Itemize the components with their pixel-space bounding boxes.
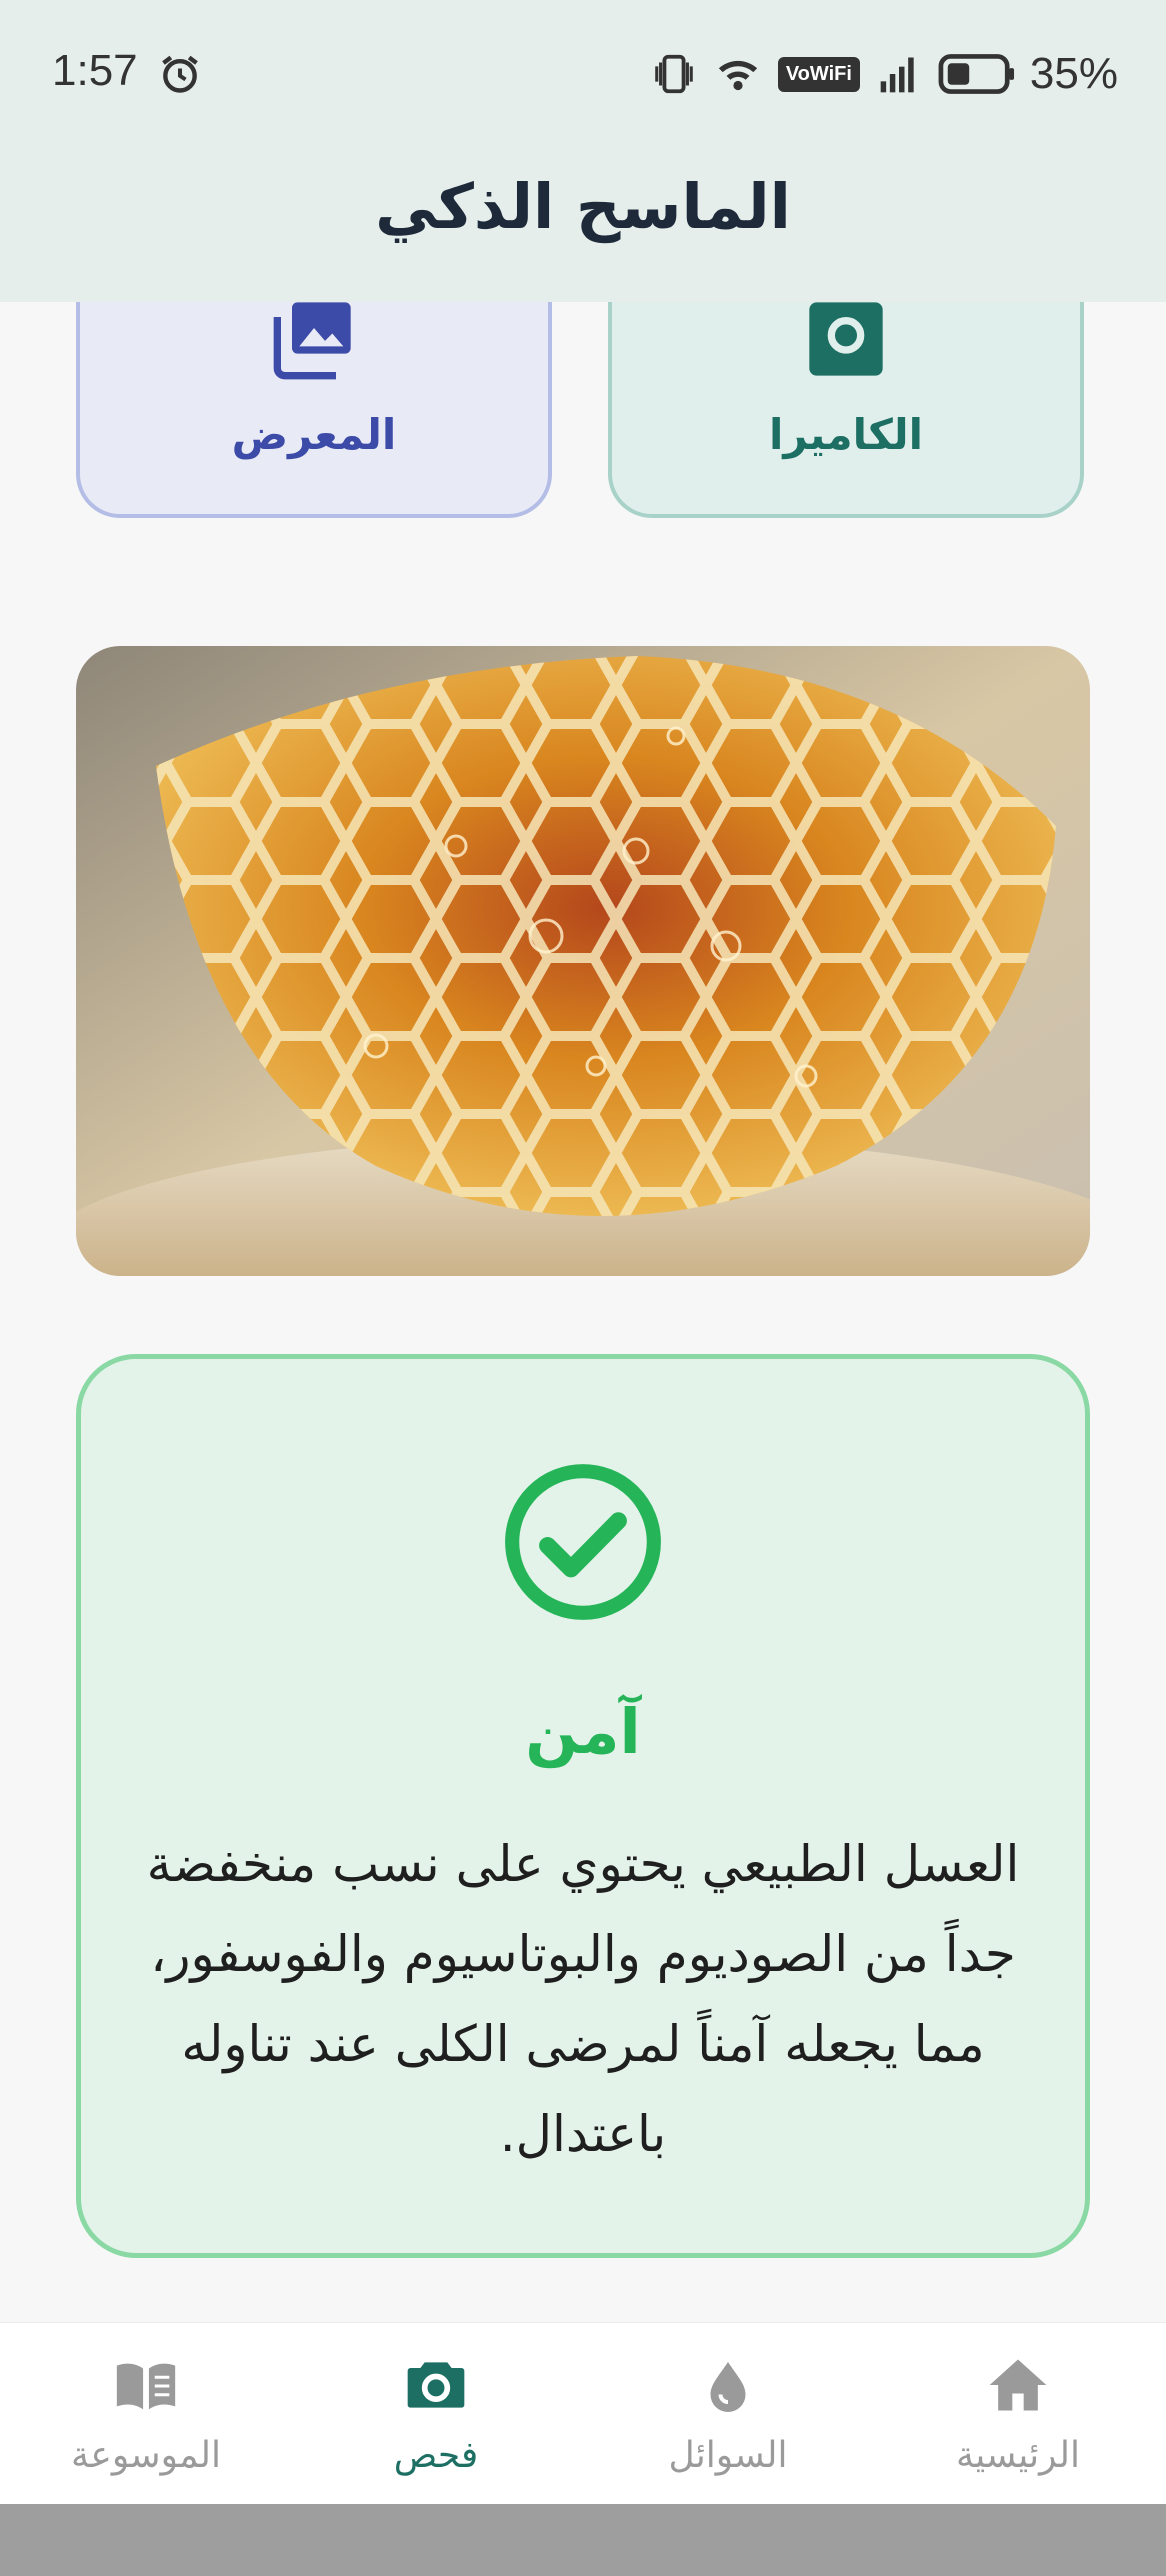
battery-percent: 35% <box>1029 49 1118 98</box>
honeycomb-image <box>76 646 1090 1276</box>
camera-label: الكاميرا <box>768 410 924 459</box>
signal-icon <box>880 57 914 93</box>
result-status: آمن <box>525 1695 641 1768</box>
battery-icon <box>938 54 1014 94</box>
camera-icon <box>407 2362 465 2408</box>
nav-label-home: الرئيسية <box>956 2435 1080 2476</box>
nav-item-home[interactable]: الرئيسية <box>908 2323 1128 2505</box>
book-icon <box>116 2363 176 2410</box>
system-navigation-bar <box>0 2504 1166 2576</box>
nav-item-encyclopedia[interactable]: الموسوعة <box>36 2323 256 2505</box>
result-description: العسل الطبيعي يحتوي على نسب منخفضة جداً … <box>146 1835 1020 2163</box>
home-icon <box>989 2359 1047 2411</box>
status-time: 1:57 <box>52 46 138 95</box>
alarm-icon <box>162 55 198 93</box>
drop-icon <box>710 2362 746 2412</box>
nav-item-scan[interactable]: فحص <box>326 2323 546 2505</box>
nav-label-encyclopedia: الموسوعة <box>71 2435 221 2476</box>
check-circle-icon <box>505 1464 661 1620</box>
status-right: VoWiFi 35% <box>650 46 1118 102</box>
camera-icon <box>809 302 883 376</box>
result-card: آمن العسل الطبيعي يحتوي على نسب منخفضة ج… <box>76 1354 1090 2258</box>
status-bar: 1:57 VoWiFi 35% <box>0 0 1166 150</box>
nav-label-fluids: السوائل <box>668 2435 788 2476</box>
wifi-icon <box>718 60 757 91</box>
nav-label-scan: فحص <box>393 2435 479 2476</box>
gallery-label: المعرض <box>231 410 397 459</box>
bottom-nav: الموسوعة فحص السوائل الرئيسية <box>0 2322 1166 2505</box>
nav-item-fluids[interactable]: السوائل <box>618 2323 838 2505</box>
vibrate-icon <box>655 54 693 94</box>
app-header: 1:57 VoWiFi 35% الماسح الذكي <box>0 0 1166 302</box>
vowifi-badge: VoWiFi <box>777 56 860 92</box>
scanned-image <box>76 646 1090 1276</box>
gallery-icon <box>273 302 351 380</box>
page-title: الماسح الذكي <box>375 170 791 243</box>
